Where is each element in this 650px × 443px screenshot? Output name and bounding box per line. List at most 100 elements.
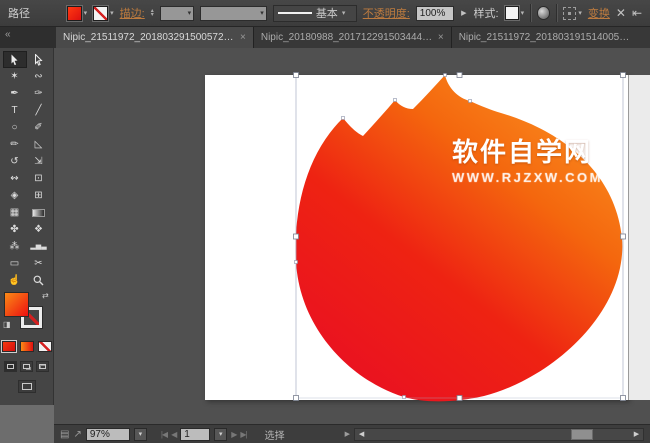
lasso-tool[interactable]: ∾ xyxy=(27,68,51,85)
recolor-artwork-icon[interactable] xyxy=(537,6,550,20)
chevron-down-icon[interactable]: ▾ xyxy=(342,9,346,17)
none-button[interactable] xyxy=(38,341,52,352)
artboard-number: 1 xyxy=(184,429,190,440)
scroll-right-icon[interactable]: ▶ xyxy=(630,429,643,440)
document-tab-1[interactable]: Nipic_21511972_20180329150057236000.ai* … xyxy=(56,27,254,48)
fill-indicator-swatch[interactable] xyxy=(5,293,28,316)
curvature-tool[interactable]: ✑ xyxy=(27,85,51,102)
chevron-down-icon[interactable]: ▾ xyxy=(110,9,114,17)
selected-object-label: 路径 xyxy=(8,5,30,21)
screen-mode-button[interactable] xyxy=(18,380,36,393)
fill-color-swatch[interactable] xyxy=(67,6,82,21)
document-tab-3[interactable]: Nipic_21511972_20180319151400518000.ai* xyxy=(452,27,650,48)
scrollbar-thumb[interactable] xyxy=(571,429,593,440)
next-artboard-button[interactable]: ▶ xyxy=(231,430,236,439)
zoom-tool[interactable] xyxy=(27,272,51,289)
direct-selection-tool[interactable] xyxy=(27,51,51,68)
status-menu-icon[interactable]: ▶ xyxy=(345,430,350,438)
color-button[interactable] xyxy=(2,341,16,352)
opacity-panel-link[interactable]: 不透明度: xyxy=(363,5,410,21)
paintbrush-tool[interactable]: ✐ xyxy=(27,119,51,136)
chevron-down-icon[interactable]: ▾ xyxy=(578,9,582,17)
draw-inside-button[interactable] xyxy=(36,361,49,372)
horizontal-scrollbar[interactable]: ◀ ▶ xyxy=(354,428,644,441)
close-icon[interactable]: × xyxy=(438,32,444,43)
first-artboard-button[interactable]: |◀ xyxy=(161,430,167,439)
eraser-tool[interactable]: ◺ xyxy=(27,136,51,153)
style-swatch[interactable] xyxy=(505,6,519,20)
eyedropper-tool[interactable]: ✤ xyxy=(3,221,27,238)
stroke-none-swatch[interactable] xyxy=(93,6,108,21)
variable-width-profile-select[interactable]: ▾ xyxy=(200,6,267,21)
width-icon: ↭ xyxy=(10,174,18,184)
draw-behind-button[interactable] xyxy=(20,361,33,372)
line-segment-tool[interactable]: ╱ xyxy=(27,102,51,119)
draw-inside-icon xyxy=(39,364,46,369)
ellipse-tool[interactable]: ○ xyxy=(3,119,27,136)
fill-color-dropdown[interactable]: ▾ xyxy=(67,6,88,21)
type-tool[interactable]: T xyxy=(3,102,27,119)
hand-tool[interactable]: ☝ xyxy=(3,272,27,289)
stepper-down-icon[interactable]: ▾ xyxy=(151,13,154,17)
column-graph-tool[interactable]: ▂▅▃ xyxy=(27,238,51,255)
align-icon[interactable] xyxy=(563,7,576,20)
document-canvas[interactable]: 软件自学网 WWW.RJZXW.COM xyxy=(54,48,650,424)
shape-builder-tool[interactable]: ◈ xyxy=(3,187,27,204)
last-artboard-button[interactable]: ▶| xyxy=(240,430,246,439)
panel-grid-icon[interactable]: ▤ xyxy=(60,429,69,440)
hand-icon: ☝ xyxy=(8,276,20,286)
rotate-tool[interactable]: ↺ xyxy=(3,153,27,170)
artboard-number-input[interactable]: 1 xyxy=(180,428,210,441)
stroke-panel-link[interactable]: 描边: xyxy=(120,5,145,21)
fill-stroke-indicator: ◨ ⇄ xyxy=(0,293,54,335)
default-swatches-icon[interactable]: ◨ xyxy=(3,320,11,329)
collapse-panel-icon[interactable]: « xyxy=(5,29,11,40)
dock-panel-icon[interactable]: ⇤ xyxy=(632,6,642,20)
selection-tool[interactable] xyxy=(3,51,27,68)
artboard-dropdown-button[interactable]: ▾ xyxy=(214,428,227,441)
zoom-dropdown-button[interactable]: ▾ xyxy=(134,428,147,441)
status-text: 选择 xyxy=(265,427,285,442)
artwork-layer xyxy=(54,48,650,424)
stroke-color-dropdown[interactable]: ▾ xyxy=(93,6,114,21)
gradient-button[interactable] xyxy=(20,341,34,352)
align-options[interactable]: ▾ xyxy=(563,7,582,20)
chevron-down-icon[interactable]: ▾ xyxy=(521,9,525,17)
free-transform-icon: ⊡ xyxy=(34,174,42,184)
perspective-grid-tool[interactable]: ⊞ xyxy=(27,187,51,204)
transform-panel-link[interactable]: 变换 xyxy=(588,5,610,21)
zoom-level-select[interactable]: 97% xyxy=(86,428,130,441)
pen-tool[interactable]: ✒ xyxy=(3,85,27,102)
document-tab-2[interactable]: Nipic_20180988_20171229150344445000.ai* … xyxy=(254,27,452,48)
slice-tool[interactable]: ✂ xyxy=(27,255,51,272)
pencil-tool[interactable]: ✏ xyxy=(3,136,27,153)
brush-definition-select[interactable]: 基本 ▾ xyxy=(273,5,357,22)
blend-tool[interactable]: ❖ xyxy=(27,221,51,238)
scroll-left-icon[interactable]: ◀ xyxy=(355,429,368,440)
chevron-down-icon[interactable]: ▾ xyxy=(84,9,88,17)
draw-normal-button[interactable] xyxy=(4,361,17,372)
mesh-tool[interactable]: ▦ xyxy=(3,204,27,221)
stroke-weight-stepper[interactable]: ▴ ▾ xyxy=(151,9,154,17)
chevron-down-icon[interactable]: ▾ xyxy=(188,9,192,17)
magic-wand-tool[interactable]: ✶ xyxy=(3,68,27,85)
gradient-tool[interactable] xyxy=(27,204,51,221)
artboard-tool[interactable]: ▭ xyxy=(3,255,27,272)
scale-tool[interactable]: ⇲ xyxy=(27,153,51,170)
swap-fill-stroke-icon[interactable]: ⇄ xyxy=(42,291,49,300)
free-transform-tool[interactable]: ⊡ xyxy=(27,170,51,187)
opacity-spinner-icon[interactable]: ▶ xyxy=(460,9,467,17)
pomegranate-shape[interactable] xyxy=(296,75,623,401)
chevron-down-icon[interactable]: ▾ xyxy=(260,9,264,17)
symbol-sprayer-tool[interactable]: ⁂ xyxy=(3,238,27,255)
style-dropdown[interactable]: ▾ xyxy=(505,6,525,20)
export-icon[interactable]: ↗ xyxy=(73,429,81,440)
type-icon: T xyxy=(11,106,17,116)
previous-artboard-button[interactable]: ◀ xyxy=(171,430,176,439)
close-icon[interactable]: × xyxy=(240,32,246,43)
width-tool[interactable]: ↭ xyxy=(3,170,27,187)
free-transform-icon[interactable]: ✕ xyxy=(616,6,626,20)
opacity-input[interactable]: 100% xyxy=(416,6,454,21)
stroke-weight-select[interactable]: ▾ xyxy=(160,6,194,21)
style-label: 样式: xyxy=(474,5,499,21)
